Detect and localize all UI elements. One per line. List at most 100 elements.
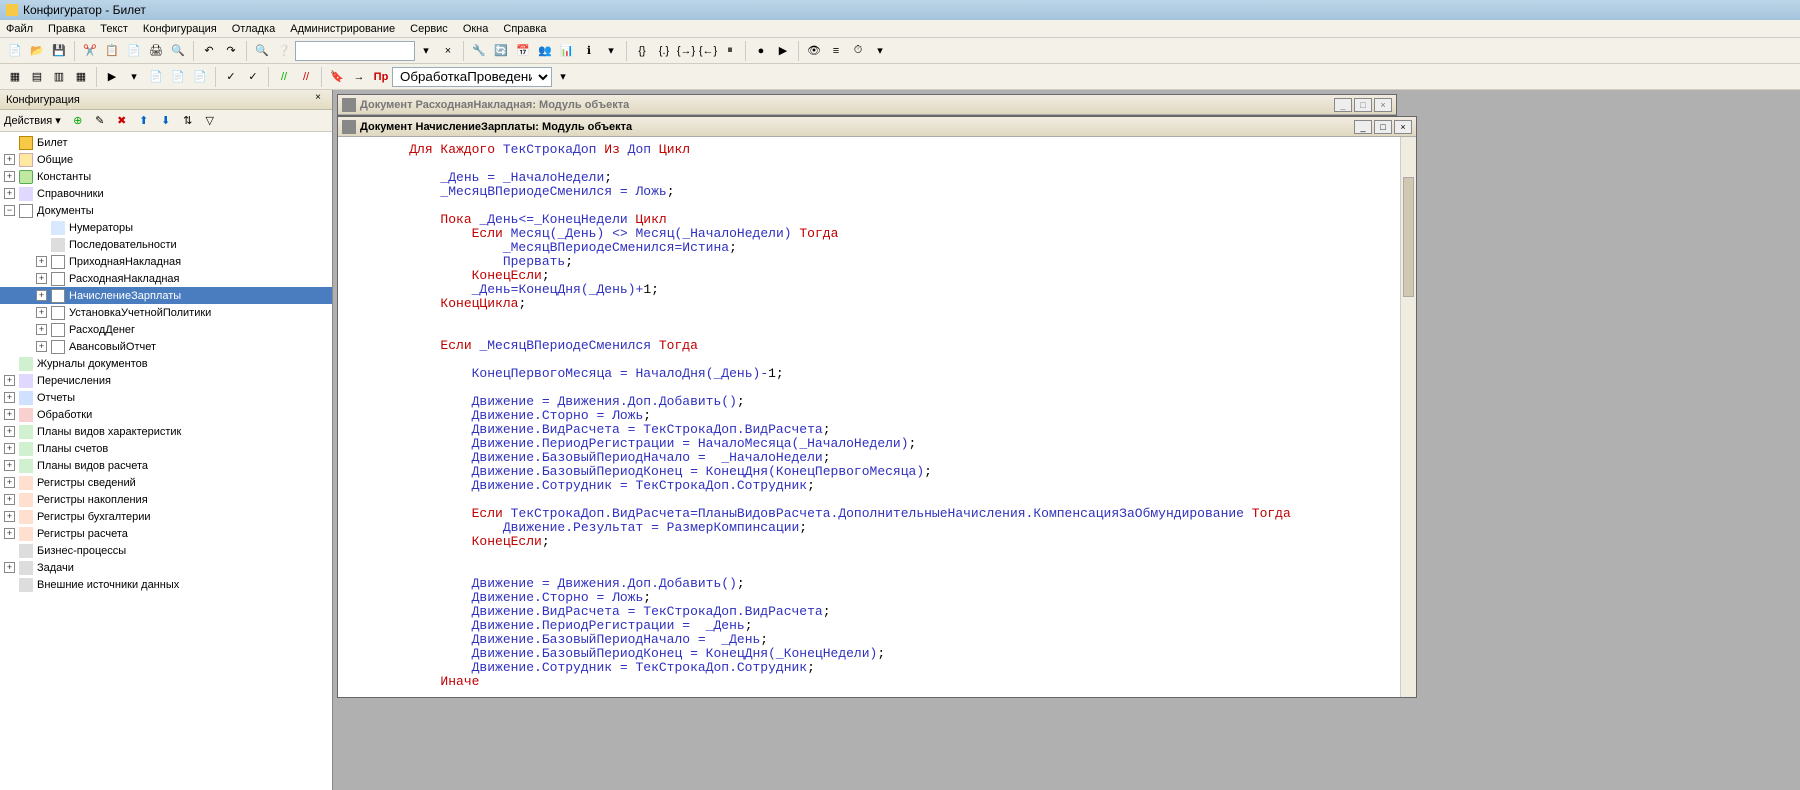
tree-expander-icon[interactable]: + (4, 528, 15, 539)
tree-item[interactable]: +Регистры расчета (0, 525, 332, 542)
tree-expander-icon[interactable]: + (4, 375, 15, 386)
tree-expander-icon[interactable]: + (4, 426, 15, 437)
code-editor[interactable]: Для Каждого ТекСтрокаДоп Из Доп Цикл _Де… (338, 137, 1416, 697)
tree-item[interactable]: Билет (0, 134, 332, 151)
cut-icon[interactable]: ✂️ (80, 41, 100, 61)
menu-text[interactable]: Текст (100, 23, 128, 35)
action-down-icon[interactable]: ⬇ (157, 112, 175, 130)
code-line[interactable]: Если _МесяцВПериодеСменился Тогда (378, 339, 1416, 353)
tree-expander-icon[interactable]: + (4, 188, 15, 199)
tool-run-dropdown-icon[interactable]: ▾ (124, 67, 144, 87)
tree-item[interactable]: +ПриходнаяНакладная (0, 253, 332, 270)
search-dropdown-icon[interactable]: ▾ (416, 41, 436, 61)
tree-item[interactable]: +Отчеты (0, 389, 332, 406)
debug-perf-dropdown-icon[interactable]: ▾ (870, 41, 890, 61)
tool-syntax-icon[interactable]: ✓ (221, 67, 241, 87)
code-line[interactable]: КонецПервогоМесяца = НачалоДня(_День)-1; (378, 367, 1416, 381)
tool-module1-icon[interactable]: 📄 (146, 67, 166, 87)
tool-run-icon[interactable]: ▶ (102, 67, 122, 87)
tree-item[interactable]: +Константы (0, 168, 332, 185)
tree-item[interactable]: +Перечисления (0, 372, 332, 389)
code-line[interactable]: _МесяцВПериодеСменился=Истина; (378, 241, 1416, 255)
maximize-icon[interactable]: □ (1354, 98, 1372, 112)
mdi-window-nachislenie[interactable]: Документ НачислениеЗарплаты: Модуль объе… (337, 116, 1417, 698)
close-icon[interactable]: × (1394, 120, 1412, 134)
new-file-icon[interactable]: 📄 (5, 41, 25, 61)
tool-form1-icon[interactable]: ▤ (27, 67, 47, 87)
debug-run-icon[interactable]: ▶ (773, 41, 793, 61)
tree-item[interactable]: +Регистры накопления (0, 491, 332, 508)
tool-bookmark-icon[interactable]: 🔖 (327, 67, 347, 87)
tree-item[interactable]: −Документы (0, 202, 332, 219)
debug-perf-icon[interactable]: ⏱ (848, 41, 868, 61)
code-line[interactable]: Движение.ПериодРегистрации = _День; (378, 619, 1416, 633)
close-icon[interactable]: × (1374, 98, 1392, 112)
code-line[interactable]: Движение.ВидРасчета = ТекСтрокаДоп.ВидРа… (378, 423, 1416, 437)
code-line[interactable] (378, 311, 1416, 325)
code-line[interactable]: Движение.Сторно = Ложь; (378, 591, 1416, 605)
save-icon[interactable]: 💾 (49, 41, 69, 61)
code-line[interactable] (378, 353, 1416, 367)
tree-expander-icon[interactable]: + (4, 392, 15, 403)
code-line[interactable] (378, 381, 1416, 395)
toolbar-calendar-icon[interactable]: 📅 (513, 41, 533, 61)
tree-item[interactable]: +Обработки (0, 406, 332, 423)
menu-file[interactable]: Файл (6, 23, 33, 35)
code-line[interactable] (378, 493, 1416, 507)
minimize-icon[interactable]: _ (1354, 120, 1372, 134)
code-line[interactable]: Движение.Сотрудник = ТекСтрокаДоп.Сотруд… (378, 479, 1416, 493)
code-line[interactable]: Если Месяц(_День) <> Месяц(_НачалоНедели… (378, 227, 1416, 241)
code-line[interactable]: Иначе (378, 675, 1416, 689)
tree-item[interactable]: Последовательности (0, 236, 332, 253)
tool-uncomment-icon[interactable]: // (296, 67, 316, 87)
code-line[interactable]: Движение.Сторно = Ложь; (378, 409, 1416, 423)
debug-stack-icon[interactable]: ≡ (826, 41, 846, 61)
toolbar-refresh-icon[interactable]: 🔄 (491, 41, 511, 61)
tree-expander-icon[interactable]: + (4, 494, 15, 505)
tree-item[interactable]: +НачислениеЗарплаты (0, 287, 332, 304)
minimize-icon[interactable]: _ (1334, 98, 1352, 112)
help-icon[interactable]: ❔ (274, 41, 294, 61)
code-line[interactable]: КонецЕсли; (378, 269, 1416, 283)
code-line[interactable]: КонецЦикла; (378, 297, 1416, 311)
tree-item[interactable]: +Регистры бухгалтерии (0, 508, 332, 525)
code-line[interactable]: Движение.БазовыйПериодНачало = _День; (378, 633, 1416, 647)
toolbar-users-icon[interactable]: 👥 (535, 41, 555, 61)
tree-expander-icon[interactable]: + (4, 477, 15, 488)
menu-edit[interactable]: Правка (48, 23, 85, 35)
code-line[interactable]: Движение.ВидРасчета = ТекСтрокаДоп.ВидРа… (378, 605, 1416, 619)
scrollbar-thumb[interactable] (1403, 177, 1414, 297)
copy-icon[interactable]: 📋 (102, 41, 122, 61)
menu-debug[interactable]: Отладка (232, 23, 275, 35)
preview-icon[interactable]: 🔍 (168, 41, 188, 61)
action-sort-icon[interactable]: ⇅ (179, 112, 197, 130)
action-add-icon[interactable]: ⊕ (69, 112, 87, 130)
code-line[interactable]: _МесяцВПериодеСменился = Ложь; (378, 185, 1416, 199)
undo-icon[interactable]: ↶ (199, 41, 219, 61)
code-line[interactable]: Пока _День<=_КонецНедели Цикл (378, 213, 1416, 227)
tree-expander-icon[interactable]: − (4, 205, 15, 216)
code-line[interactable]: Движение.БазовыйПериодНачало = _НачалоНе… (378, 451, 1416, 465)
debug-step2-icon[interactable]: {.} (654, 41, 674, 61)
tree-item[interactable]: +Общие (0, 151, 332, 168)
toolbar-tool1-icon[interactable]: 🔧 (469, 41, 489, 61)
tree-expander-icon[interactable]: + (4, 460, 15, 471)
code-line[interactable]: Движение.БазовыйПериодКонец = КонецДня(К… (378, 465, 1416, 479)
code-line[interactable]: Движение.ПериодРегистрации = НачалоМесяц… (378, 437, 1416, 451)
config-tree[interactable]: Билет+Общие+Константы+Справочники−Докуме… (0, 132, 332, 790)
tree-item[interactable]: +АвансовыйОтчет (0, 338, 332, 355)
tree-expander-icon[interactable]: + (36, 256, 47, 267)
code-line[interactable]: Для Каждого ТекСтрокаДоп Из Доп Цикл (378, 143, 1416, 157)
tool-table-icon[interactable]: ▦ (5, 67, 25, 87)
tree-item[interactable]: +УстановкаУчетнойПолитики (0, 304, 332, 321)
mdi-titlebar-rashodnaya[interactable]: Документ РасходнаяНакладная: Модуль объе… (338, 95, 1396, 115)
debug-step3-icon[interactable]: {→} (676, 41, 696, 61)
menu-admin[interactable]: Администрирование (290, 23, 395, 35)
search-input[interactable] (295, 41, 415, 61)
tool-module3-icon[interactable]: 📄 (190, 67, 210, 87)
menu-windows[interactable]: Окна (463, 23, 489, 35)
tree-item[interactable]: +РасходнаяНакладная (0, 270, 332, 287)
code-line[interactable]: Движение.Результат = РазмерКомпинсации; (378, 521, 1416, 535)
debug-step4-icon[interactable]: {←} (698, 41, 718, 61)
paste-icon[interactable]: 📄 (124, 41, 144, 61)
